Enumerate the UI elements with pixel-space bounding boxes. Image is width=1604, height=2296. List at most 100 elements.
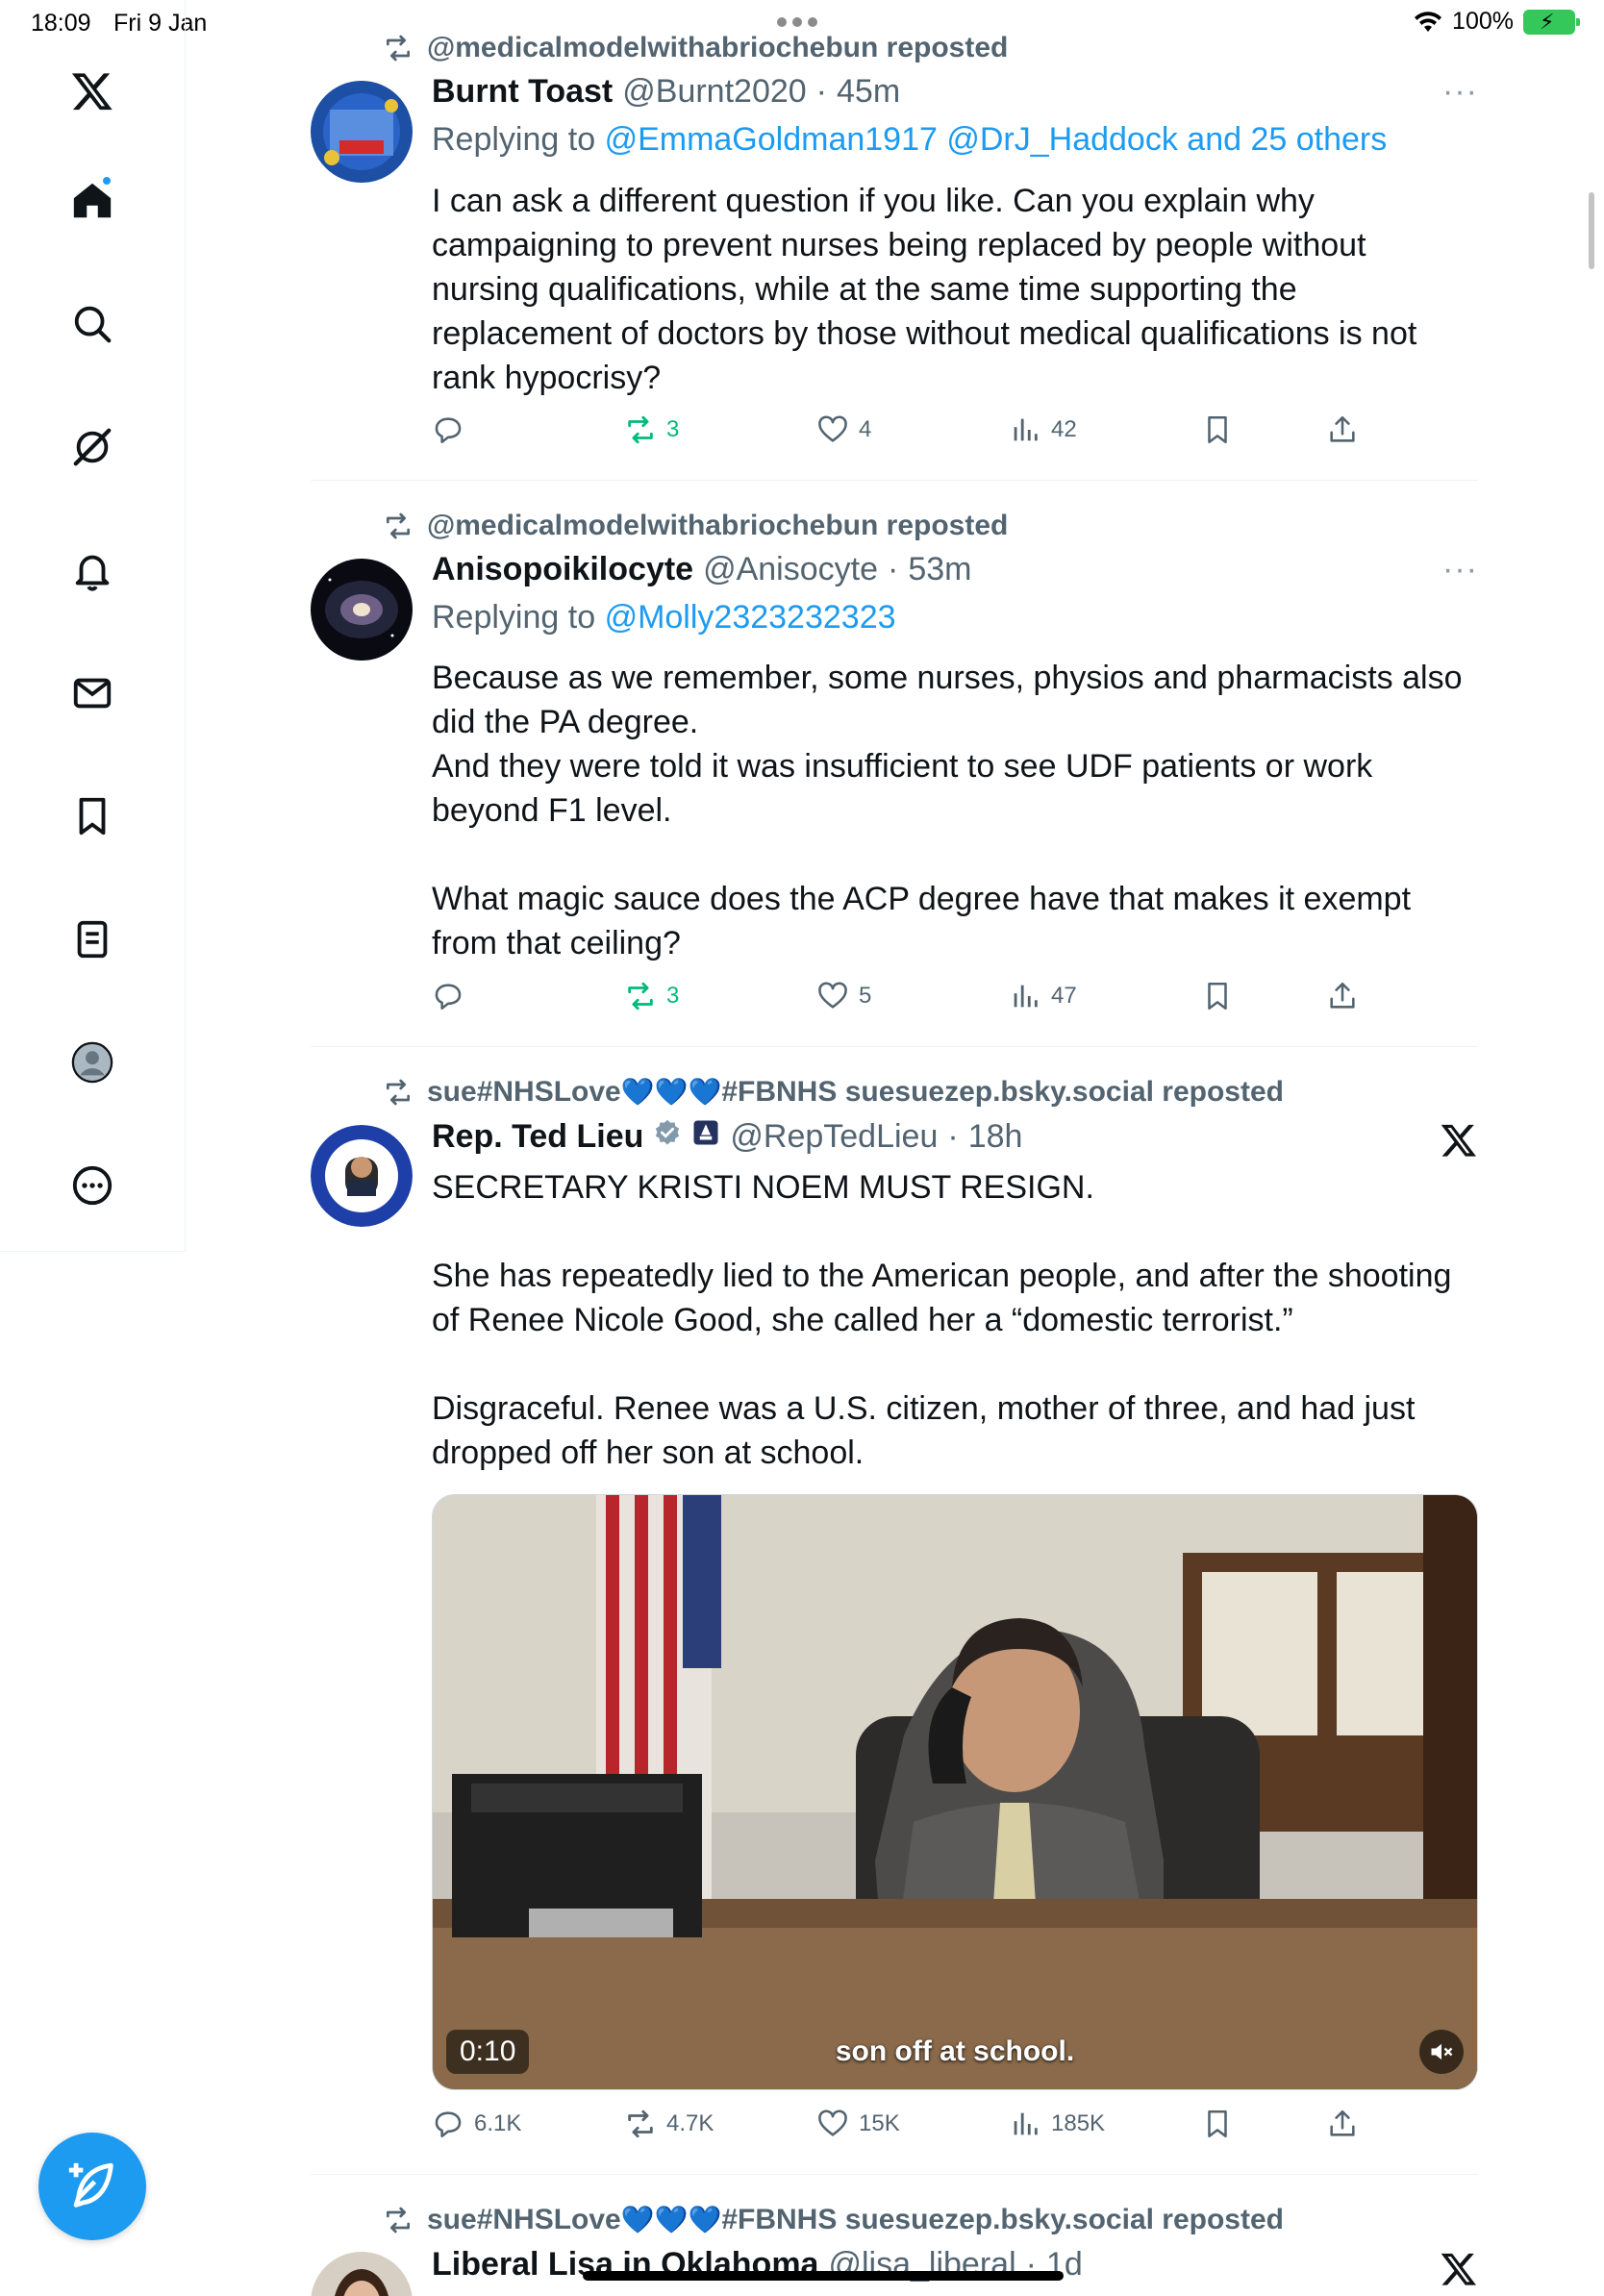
reply-button[interactable] xyxy=(432,980,464,1012)
separator: · xyxy=(815,73,827,110)
repost-context: sue#NHSLove💙💙💙#FBNHS suesuezep.bsky.soci… xyxy=(383,1076,1284,1109)
tweet-text: Because as we remember, some nurses, phy… xyxy=(432,660,1463,961)
profile-icon xyxy=(71,1041,113,1084)
repost-count: 4.7K xyxy=(666,2110,714,2136)
more-circle-icon xyxy=(72,1165,113,1206)
sidebar-item-bookmarks[interactable] xyxy=(63,786,122,846)
sidebar-item-grok[interactable] xyxy=(63,417,122,477)
replying-mentions[interactable]: @EmmaGoldman1917 @DrJ_Haddock and 25 oth… xyxy=(605,121,1388,158)
repost-count: 3 xyxy=(666,983,680,1009)
bookmark-icon xyxy=(1208,2109,1227,2138)
sidebar-item-explore[interactable] xyxy=(63,294,122,354)
share-button[interactable] xyxy=(1326,980,1359,1012)
views-button[interactable]: 185K xyxy=(1009,2108,1105,2140)
bookmark-button[interactable] xyxy=(1201,2108,1234,2140)
author-name[interactable]: Anisopoikilocyte xyxy=(432,551,693,588)
bookmark-icon xyxy=(1208,982,1227,1011)
reposted-by-text[interactable]: @medicalmodelwithabriochebun reposted xyxy=(427,32,1008,64)
like-button[interactable]: 5 xyxy=(816,980,871,1012)
timeline: @medicalmodelwithabriochebun reposted Bu… xyxy=(311,0,1478,2296)
repost-button[interactable]: 3 xyxy=(624,980,679,1012)
government-badge-icon xyxy=(693,1120,718,1145)
sidebar-item-messages[interactable] xyxy=(63,663,122,723)
video-caption: son off at school. xyxy=(835,2035,1075,2067)
divider xyxy=(311,480,1478,481)
bookmark-button[interactable] xyxy=(1201,980,1234,1012)
x-logo-icon[interactable] xyxy=(63,62,122,121)
like-count: 4 xyxy=(859,416,872,442)
sidebar-item-more[interactable] xyxy=(63,1156,122,1215)
tweet-text: I can ask a different question if you li… xyxy=(432,183,1426,396)
reposted-by-text[interactable]: @medicalmodelwithabriochebun reposted xyxy=(427,510,1008,542)
views-count: 42 xyxy=(1051,416,1077,442)
video-player[interactable]: 0:10 son off at school. xyxy=(432,1494,1478,2090)
avatar[interactable] xyxy=(311,559,413,661)
sidebar-item-lists[interactable] xyxy=(63,910,122,969)
more-icon[interactable]: ··· xyxy=(1442,551,1478,588)
repost-icon xyxy=(628,982,653,1011)
author-name[interactable]: Burnt Toast xyxy=(432,73,613,111)
like-button[interactable]: 15K xyxy=(816,2108,900,2140)
x-logo-icon[interactable] xyxy=(1440,1121,1478,1160)
reply-button[interactable] xyxy=(432,413,464,446)
author-handle[interactable]: @Anisocyte xyxy=(703,551,878,588)
bookmark-button[interactable] xyxy=(1201,413,1234,446)
repost-context: @medicalmodelwithabriochebun reposted xyxy=(383,510,1008,542)
repost-context: @medicalmodelwithabriochebun reposted xyxy=(383,32,1008,64)
repost-icon xyxy=(628,2109,653,2138)
repost-button[interactable]: 3 xyxy=(624,413,679,446)
reply-icon xyxy=(435,417,462,444)
search-icon xyxy=(74,306,112,343)
more-icon[interactable]: ··· xyxy=(1442,73,1478,111)
timestamp[interactable]: 45m xyxy=(837,73,900,111)
share-button[interactable] xyxy=(1326,413,1359,446)
tweet-actions: 6.1K 4.7K 15K 185K xyxy=(432,2108,1478,2148)
avatar[interactable] xyxy=(311,81,413,183)
author-name[interactable]: Rep. Ted Lieu xyxy=(432,1118,643,1156)
video-frame xyxy=(433,1495,1477,2089)
timestamp[interactable]: 53m xyxy=(908,551,971,588)
reply-button[interactable]: 6.1K xyxy=(432,2108,521,2140)
repost-count: 3 xyxy=(666,416,680,442)
repost-icon xyxy=(628,415,653,444)
replying-mentions[interactable]: @Molly2323232323 xyxy=(605,599,896,636)
avatar[interactable] xyxy=(311,2252,413,2296)
avatar[interactable] xyxy=(311,1125,413,1227)
separator: · xyxy=(887,551,899,587)
sidebar-item-profile[interactable] xyxy=(63,1033,122,1092)
views-icon xyxy=(1014,418,1038,441)
like-count: 15K xyxy=(859,2110,900,2136)
battery-icon: ⚡ xyxy=(1523,9,1580,35)
author-handle[interactable]: @Burnt2020 xyxy=(622,73,806,111)
views-icon xyxy=(1014,985,1038,1008)
bookmark-icon xyxy=(1208,415,1227,444)
reposted-by-text[interactable]: sue#NHSLove💙💙💙#FBNHS suesuezep.bsky.soci… xyxy=(427,1076,1284,1109)
like-button[interactable]: 4 xyxy=(816,413,871,446)
reposted-by-text[interactable]: sue#NHSLove💙💙💙#FBNHS suesuezep.bsky.soci… xyxy=(427,2204,1284,2236)
tweet-actions: 3 4 42 xyxy=(432,413,1478,454)
repost-button[interactable]: 4.7K xyxy=(624,2108,714,2140)
tweet-actions: 3 5 47 xyxy=(432,980,1478,1020)
views-button[interactable]: 42 xyxy=(1009,413,1077,446)
scrollbar[interactable] xyxy=(1589,192,1594,269)
x-logo-icon[interactable] xyxy=(1440,2250,1478,2288)
sidebar-item-home[interactable] xyxy=(63,171,122,231)
views-button[interactable]: 47 xyxy=(1009,980,1077,1012)
mail-icon xyxy=(73,678,112,709)
mute-button[interactable] xyxy=(1419,2030,1464,2074)
list-icon xyxy=(77,920,108,959)
author-handle[interactable]: @RepTedLieu xyxy=(730,1118,938,1156)
share-button[interactable] xyxy=(1326,2108,1359,2140)
sidebar-item-notifications[interactable] xyxy=(63,540,122,600)
home-indicator[interactable] xyxy=(583,2271,1064,2281)
bell-icon xyxy=(75,555,110,591)
replying-to: Replying to @EmmaGoldman1917 @DrJ_Haddoc… xyxy=(432,121,1387,159)
repost-icon xyxy=(387,2207,410,2234)
compose-button[interactable] xyxy=(38,2133,146,2240)
muted-speaker-icon xyxy=(1431,2043,1453,2060)
replying-prefix: Replying to xyxy=(432,599,596,636)
timestamp[interactable]: 18h xyxy=(968,1118,1023,1156)
repost-context: sue#NHSLove💙💙💙#FBNHS suesuezep.bsky.soci… xyxy=(383,2204,1284,2236)
replying-to: Replying to @Molly2323232323 xyxy=(432,599,896,636)
share-icon xyxy=(1330,982,1355,1009)
